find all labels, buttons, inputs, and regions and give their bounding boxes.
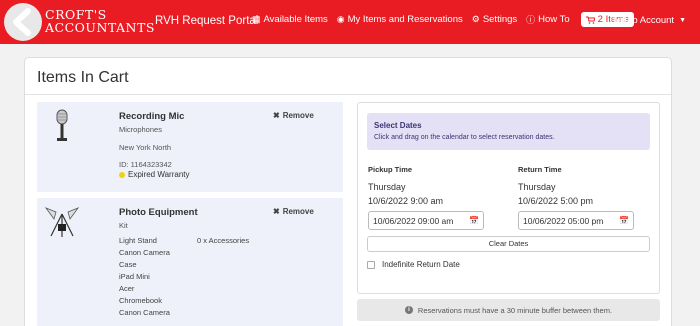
item-category: Microphones	[119, 125, 162, 134]
close-icon: ✖	[273, 207, 280, 216]
remove-button[interactable]: ✖ Remove	[273, 111, 314, 120]
kit-content-item: iPad Mini	[119, 272, 150, 281]
remove-label: Remove	[282, 111, 314, 120]
status-dot-icon	[119, 171, 125, 178]
account-menu[interactable]: Reftab Account ▼	[610, 15, 686, 26]
item-name[interactable]: Recording Mic	[119, 111, 184, 122]
pickup-time-label: Pickup Time	[368, 165, 413, 174]
remove-button[interactable]: ✖ Remove	[273, 207, 314, 216]
kit-content-item: Canon Camera	[119, 308, 170, 317]
brand-logo[interactable]: CROFT'S ACCOUNTANTS	[0, 0, 154, 44]
nav-how-to[interactable]: ⓘ How To	[526, 13, 570, 26]
warranty-status: Expired Warranty	[119, 170, 190, 179]
nav-menu: ▦ Available Items ◉ My Items and Reserva…	[252, 12, 634, 27]
cart-card: Items In Cart Recording Mic Microphones …	[24, 57, 672, 326]
calendar-icon[interactable]: 📅	[469, 216, 479, 225]
item-category: Kit	[119, 221, 128, 230]
close-icon: ✖	[273, 111, 280, 120]
pickup-date: 10/6/2022 9:00 am	[368, 196, 444, 206]
nav-available-items[interactable]: ▦ Available Items	[252, 14, 328, 25]
item-name[interactable]: Photo Equipment	[119, 207, 198, 218]
logo-text: CROFT'S ACCOUNTANTS	[45, 8, 155, 34]
nav-how-to-label: How To	[538, 14, 570, 25]
kit-content-item: Case	[119, 260, 137, 269]
item-thumbnail	[43, 108, 81, 144]
divider	[25, 94, 671, 95]
kit-content-item: Chromebook	[119, 296, 162, 305]
item-id: ID: 1164323342	[119, 160, 172, 169]
caret-down-icon: ▼	[679, 17, 686, 24]
kit-content-item: Canon Camera	[119, 248, 170, 257]
return-date: 10/6/2022 5:00 pm	[518, 196, 594, 206]
nav-settings[interactable]: ⚙ Settings	[472, 14, 517, 25]
buffer-notice: i Reservations must have a 30 minute buf…	[357, 299, 660, 321]
alert-text: Click and drag on the calendar to select…	[374, 134, 555, 141]
page-title: Items In Cart	[37, 69, 129, 86]
nav-available-items-label: Available Items	[263, 14, 328, 25]
pickup-time-input[interactable]: 10/06/2022 09:00 am 📅	[368, 211, 484, 230]
indefinite-return-label: Indefinite Return Date	[382, 260, 460, 269]
calendar-icon[interactable]: 📅	[619, 216, 629, 225]
accessories-count: 0 x Accessories	[197, 236, 250, 245]
kit-content-item: Light Stand	[119, 236, 157, 245]
nav-settings-label: Settings	[482, 14, 518, 25]
grid-icon: ▦	[252, 14, 261, 24]
cart-item: Photo Equipment Kit 0 x Accessories Ligh…	[37, 198, 343, 326]
return-time-label: Return Time	[518, 165, 562, 174]
info-icon: i	[404, 306, 413, 314]
logo-line2: ACCOUNTANTS	[45, 20, 155, 35]
top-navbar: CROFT'S ACCOUNTANTS RVH Request Portal ▦…	[0, 0, 700, 44]
indefinite-return-row: Indefinite Return Date	[367, 260, 460, 269]
clear-dates-button[interactable]: Clear Dates	[367, 236, 650, 252]
cart-icon	[585, 16, 595, 24]
warranty-label: Expired Warranty	[128, 170, 190, 179]
return-input-value: 10/06/2022 05:00 pm	[523, 215, 604, 226]
remove-label: Remove	[282, 207, 314, 216]
indefinite-return-checkbox[interactable]	[367, 260, 375, 269]
return-time-input[interactable]: 10/06/2022 05:00 pm 📅	[518, 211, 634, 230]
nav-my-items-label: My Items and Reservations	[347, 14, 463, 25]
logo-chevron-icon	[4, 3, 42, 41]
account-label: Reftab Account	[609, 15, 675, 26]
reservation-panel: Select Dates Click and drag on the calen…	[357, 102, 660, 294]
gears-icon: ⚙	[471, 14, 480, 24]
portal-title[interactable]: RVH Request Portal	[155, 15, 258, 27]
user-circle-icon: ◉	[336, 14, 345, 24]
select-dates-alert: Select Dates Click and drag on the calen…	[367, 113, 650, 150]
notice-text: Reservations must have a 30 minute buffe…	[417, 305, 613, 315]
cart-item: Recording Mic Microphones New York North…	[37, 102, 343, 192]
item-thumbnail	[43, 204, 81, 240]
item-location: New York North	[119, 143, 172, 152]
pickup-day: Thursday	[368, 182, 406, 192]
question-circle-icon: ⓘ	[526, 15, 536, 25]
kit-content-item: Acer	[119, 284, 135, 293]
return-day: Thursday	[518, 182, 556, 192]
alert-title: Select Dates	[374, 121, 422, 130]
nav-my-items[interactable]: ◉ My Items and Reservations	[337, 14, 463, 25]
pickup-input-value: 10/06/2022 09:00 am	[373, 215, 454, 226]
